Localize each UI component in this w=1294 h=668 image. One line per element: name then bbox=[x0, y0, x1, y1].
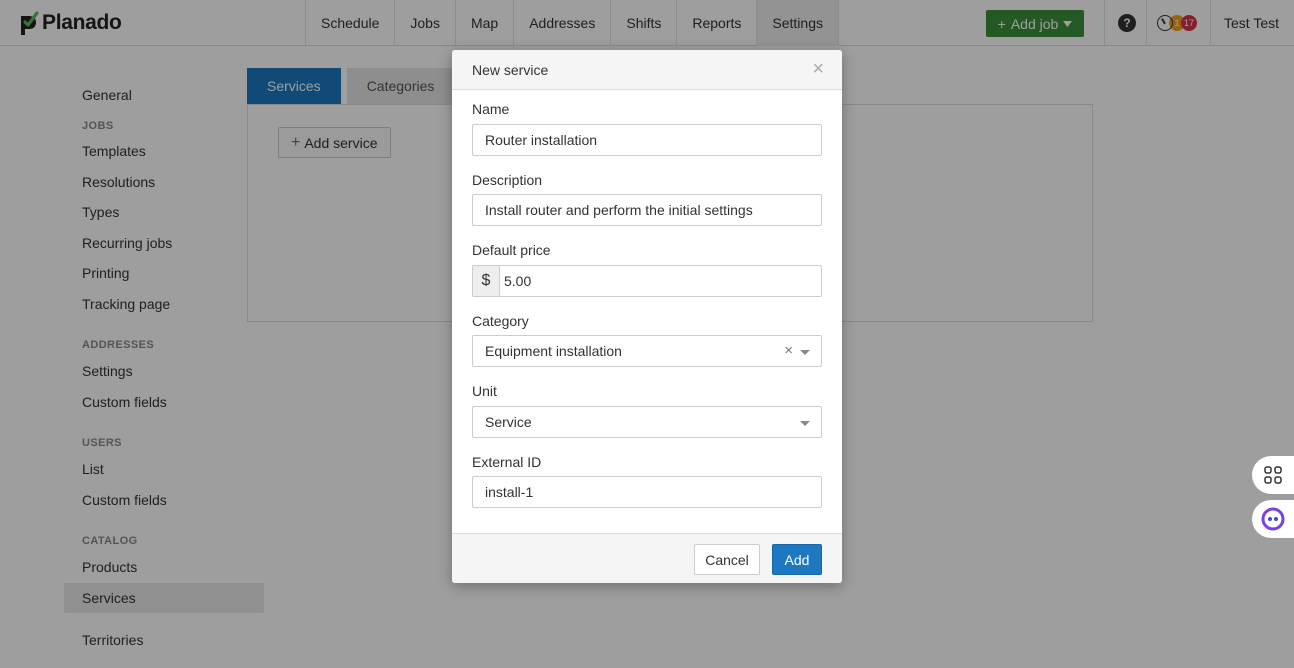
unit-select[interactable]: Service bbox=[472, 406, 822, 438]
category-label: Category bbox=[472, 313, 529, 329]
chat-widget-button[interactable] bbox=[1252, 500, 1294, 538]
modal-header: New service × bbox=[452, 50, 842, 90]
new-service-modal: New service × Name Router installation D… bbox=[452, 50, 842, 583]
close-icon[interactable]: × bbox=[812, 59, 824, 79]
apps-grid-icon bbox=[1264, 466, 1282, 484]
default-price-input[interactable]: $ 5.00 bbox=[472, 265, 822, 297]
category-value: Equipment installation bbox=[485, 343, 622, 359]
category-select[interactable]: Equipment installation × bbox=[472, 335, 822, 367]
unit-label: Unit bbox=[472, 383, 497, 399]
unit-value: Service bbox=[485, 414, 532, 430]
name-input[interactable]: Router installation bbox=[472, 124, 822, 156]
description-input[interactable]: Install router and perform the initial s… bbox=[472, 194, 822, 226]
price-value: 5.00 bbox=[504, 273, 532, 289]
apps-widget-button[interactable] bbox=[1252, 456, 1294, 494]
chevron-down-icon bbox=[800, 421, 810, 426]
chevron-down-icon bbox=[800, 350, 810, 355]
name-label: Name bbox=[472, 101, 510, 117]
external-id-value: install-1 bbox=[485, 484, 534, 500]
add-button[interactable]: Add bbox=[772, 544, 822, 575]
currency-addon: $ bbox=[473, 266, 500, 296]
default-price-label: Default price bbox=[472, 242, 551, 258]
modal-footer: Cancel Add bbox=[452, 533, 842, 583]
name-value: Router installation bbox=[485, 132, 598, 148]
modal-title: New service bbox=[472, 62, 549, 78]
clear-icon[interactable]: × bbox=[784, 342, 793, 359]
external-id-label: External ID bbox=[472, 454, 542, 470]
external-id-input[interactable]: install-1 bbox=[472, 476, 822, 508]
chat-bot-icon bbox=[1261, 507, 1285, 531]
description-label: Description bbox=[472, 172, 543, 188]
description-value: Install router and perform the initial s… bbox=[485, 202, 753, 218]
cancel-button[interactable]: Cancel bbox=[694, 544, 760, 575]
